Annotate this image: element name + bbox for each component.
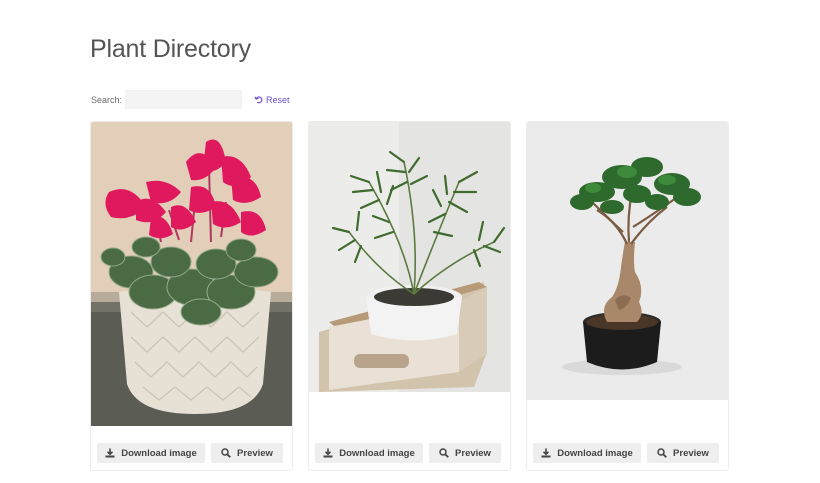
search-bar: Search: Reset [91, 89, 290, 110]
undo-icon [254, 96, 263, 104]
plant-image-bonsai [527, 122, 728, 400]
preview-button[interactable]: Preview [647, 443, 719, 463]
plant-card: Download image Preview [90, 121, 293, 471]
download-icon [323, 448, 333, 458]
search-icon [221, 448, 231, 458]
download-image-button[interactable]: Download image [315, 443, 423, 463]
search-icon [657, 448, 667, 458]
download-icon [541, 448, 551, 458]
reset-label: Reset [266, 94, 290, 105]
reset-link[interactable]: Reset [254, 95, 290, 105]
preview-label: Preview [455, 447, 491, 459]
download-image-label: Download image [121, 447, 197, 459]
page-title: Plant Directory [90, 35, 251, 63]
plant-image-palm [309, 122, 510, 392]
search-input[interactable] [125, 90, 243, 109]
download-image-button[interactable]: Download image [533, 443, 641, 463]
plant-image-cyclamen [91, 122, 292, 426]
download-image-label: Download image [557, 447, 633, 459]
preview-button[interactable]: Preview [211, 443, 283, 463]
preview-button[interactable]: Preview [429, 443, 501, 463]
preview-label: Preview [673, 447, 709, 459]
download-icon [105, 448, 115, 458]
download-image-button[interactable]: Download image [97, 443, 205, 463]
plant-card: Download image Preview [308, 121, 511, 471]
search-icon [439, 448, 449, 458]
search-label: Search: [91, 94, 123, 105]
download-image-label: Download image [339, 447, 415, 459]
plant-card: Download image Preview [526, 121, 729, 471]
preview-label: Preview [237, 447, 273, 459]
